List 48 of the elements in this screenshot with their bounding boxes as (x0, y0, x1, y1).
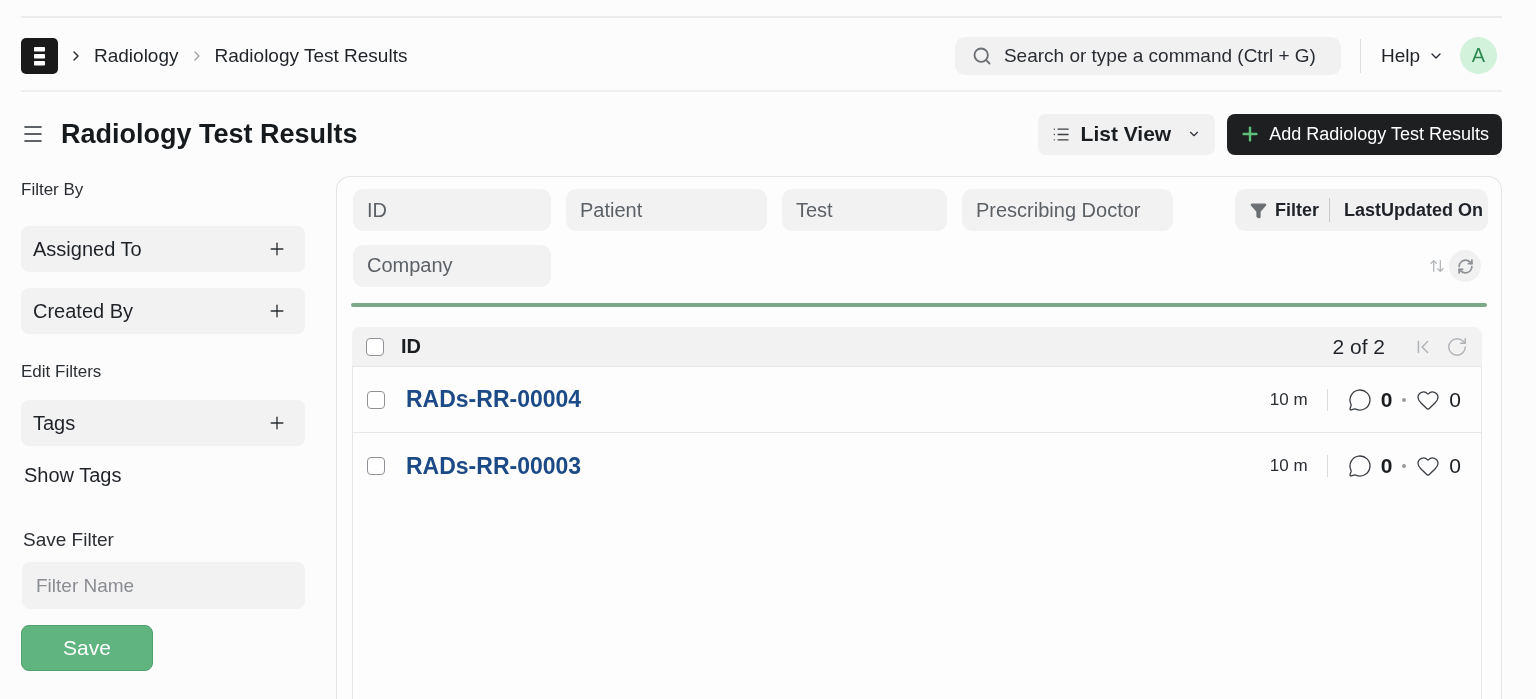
column-heading: ID (401, 335, 421, 358)
dot-separator-icon (1402, 464, 1407, 468)
filter-field[interactable]: Company (353, 244, 551, 287)
like-count: 0 (1449, 454, 1461, 478)
comment-icon[interactable] (1347, 454, 1372, 478)
funnel-icon (1249, 201, 1267, 219)
sort-order-icon[interactable] (1429, 258, 1445, 274)
show-tags-link[interactable]: Show Tags (24, 464, 122, 486)
record-link[interactable]: RADs-RR-00004 (406, 386, 582, 413)
app-logo[interactable] (21, 37, 58, 74)
like-count: 0 (1449, 387, 1461, 412)
dot-separator-icon (1402, 397, 1407, 402)
section-heading: Save Filter (23, 530, 115, 550)
section-heading: Filter By (21, 180, 85, 200)
record-count: 2 of 2 (1332, 334, 1385, 359)
reload-icon[interactable] (1446, 335, 1468, 358)
page-title: Radiology Test Results (61, 118, 358, 150)
modified-time: 10 m (1269, 389, 1308, 410)
checkbox[interactable] (367, 390, 385, 409)
filter-field[interactable]: Test (782, 189, 947, 231)
comment-count: 0 (1380, 387, 1393, 412)
modified-time: 10 m (1269, 456, 1308, 476)
comment-count: 0 (1380, 454, 1393, 478)
list-view-button[interactable]: List View (1038, 113, 1216, 155)
filter-name-input[interactable]: Filter Name (22, 562, 305, 609)
refresh-icon (1456, 257, 1474, 275)
sidebar-filter-item[interactable]: Created By (21, 288, 305, 334)
record-link[interactable]: RADs-RR-00003 (406, 452, 582, 480)
sort-button[interactable]: LastUpdated On (1344, 199, 1483, 221)
search-field[interactable]: Search or type a command (Ctrl + G) (954, 36, 1341, 75)
breadcrumb-link[interactable]: Radiology (94, 44, 179, 67)
add-button[interactable]: Add Radiology Test Results (1227, 113, 1502, 155)
filter-field[interactable]: Prescribing Doctor (962, 189, 1173, 231)
comment-icon[interactable] (1347, 387, 1372, 412)
help-menu-button[interactable]: Help (1380, 44, 1444, 67)
user-avatar[interactable]: A (1460, 37, 1497, 74)
sidebar-filter-item[interactable]: Assigned To (21, 226, 305, 272)
heart-icon[interactable] (1416, 454, 1441, 478)
filter-field[interactable]: ID (353, 189, 551, 231)
section-heading: Edit Filters (21, 362, 103, 382)
filter-button[interactable]: Filter (1249, 199, 1319, 221)
filter-field[interactable]: Patient (566, 189, 767, 231)
checkbox[interactable] (366, 337, 384, 356)
sidebar-filter-item[interactable]: Tags (21, 400, 305, 446)
refresh-button[interactable] (1449, 250, 1481, 282)
search-icon (971, 45, 992, 66)
checkbox[interactable] (367, 457, 385, 475)
breadcrumb-link[interactable]: Radiology Test Results (214, 44, 408, 67)
